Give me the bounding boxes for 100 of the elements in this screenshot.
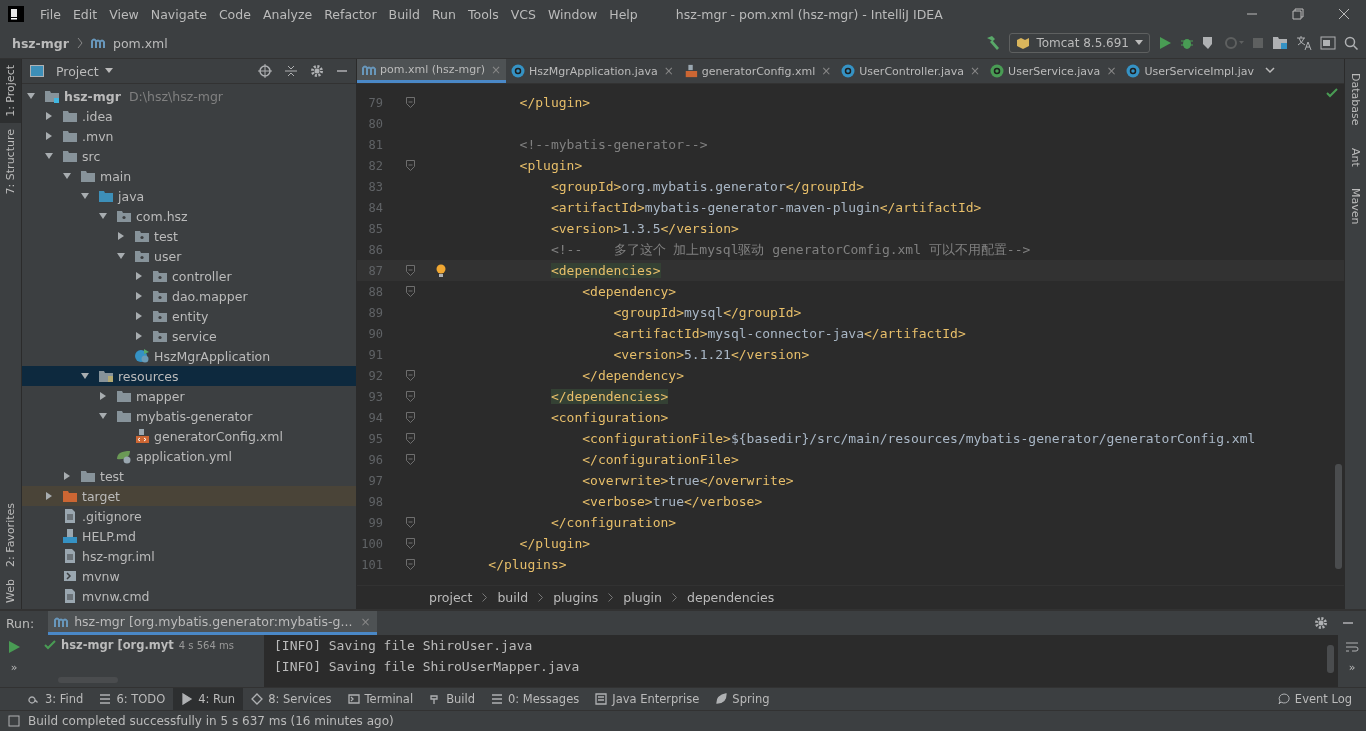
tool-window-tab[interactable]: 4: Run: [173, 688, 244, 710]
collapsed-arrow-icon[interactable]: [44, 491, 54, 501]
collapsed-arrow-icon[interactable]: [62, 471, 72, 481]
menu-item[interactable]: Analyze: [256, 6, 319, 22]
settings-icon[interactable]: [310, 64, 324, 78]
collapsed-arrow-icon[interactable]: [134, 311, 144, 321]
tool-window-button[interactable]: Ant: [1345, 141, 1366, 173]
tree-item[interactable]: test: [22, 466, 356, 486]
tool-window-tab[interactable]: 6: TODO: [91, 688, 174, 710]
expanded-arrow-icon[interactable]: [62, 171, 72, 181]
breadcrumb[interactable]: plugin: [623, 590, 662, 605]
tree-item[interactable]: target: [22, 486, 356, 506]
lightbulb-icon[interactable]: [436, 263, 446, 278]
more-button[interactable]: »: [10, 661, 18, 674]
tool-window-button[interactable]: Maven: [1345, 182, 1366, 231]
run-icon[interactable]: [1158, 36, 1172, 50]
more-button[interactable]: »: [1348, 661, 1356, 674]
file-crumb[interactable]: pom.xml: [112, 35, 168, 51]
project-view-dropdown[interactable]: Project: [56, 63, 113, 79]
menu-item[interactable]: Window: [542, 6, 604, 22]
search-icon[interactable]: [1344, 36, 1358, 50]
menu-item[interactable]: Help: [603, 6, 644, 22]
tree-item[interactable]: generatorConfig.xml: [22, 426, 356, 446]
menu-item[interactable]: Navigate: [144, 6, 213, 22]
tree-item[interactable]: HELP.md: [22, 526, 356, 546]
breadcrumb[interactable]: plugins: [553, 590, 599, 605]
editor-tab[interactable]: UserController.java ×: [836, 59, 986, 83]
menu-item[interactable]: Code: [212, 6, 257, 22]
fold-marker-icon[interactable]: [405, 454, 415, 465]
chevron-down-icon[interactable]: [1264, 67, 1275, 75]
tool-window-button[interactable]: 1: Project: [0, 59, 21, 123]
tree-item[interactable]: entity: [22, 306, 356, 326]
tree-item[interactable]: hsz-mgr D:\hsz\hsz-mgr: [22, 86, 356, 106]
menu-item[interactable]: Refactor: [318, 6, 383, 22]
tool-window-button[interactable]: 7: Structure: [0, 122, 21, 201]
editor-tab[interactable]: UserService.java ×: [985, 59, 1122, 83]
translate-icon[interactable]: [1296, 35, 1312, 51]
fold-marker-icon[interactable]: [405, 412, 415, 423]
expanded-arrow-icon[interactable]: [44, 151, 54, 161]
fold-marker-icon[interactable]: [405, 538, 415, 549]
hammer-icon[interactable]: [985, 35, 1002, 51]
menu-item[interactable]: View: [103, 6, 145, 22]
tool-window-button[interactable]: 2: Favorites: [0, 497, 21, 573]
tree-item[interactable]: main: [22, 166, 356, 186]
fold-marker-icon[interactable]: [405, 391, 415, 402]
terminal-icon[interactable]: [1320, 36, 1336, 50]
collapse-all-icon[interactable]: [284, 64, 298, 78]
tool-window-tab[interactable]: Java Enterprise: [587, 688, 708, 710]
tool-window-tab[interactable]: 3: Find: [20, 688, 92, 710]
expanded-arrow-icon[interactable]: [80, 191, 90, 201]
menu-item[interactable]: VCS: [504, 6, 542, 22]
close-icon[interactable]: [1338, 8, 1350, 20]
tree-item[interactable]: .gitignore: [22, 506, 356, 526]
tree-item[interactable]: .mvn: [22, 126, 356, 146]
tree-item[interactable]: dao.mapper: [22, 286, 356, 306]
menu-item[interactable]: Run: [426, 6, 462, 22]
collapsed-arrow-icon[interactable]: [44, 131, 54, 141]
tree-item[interactable]: test: [22, 226, 356, 246]
expanded-arrow-icon[interactable]: [26, 91, 36, 101]
tree-item[interactable]: mapper: [22, 386, 356, 406]
tool-window-button[interactable]: Database: [1345, 67, 1366, 132]
tree-item[interactable]: service: [22, 326, 356, 346]
breadcrumb[interactable]: build: [497, 590, 529, 605]
tree-item[interactable]: hsz-mgr.iml: [22, 546, 356, 566]
fold-marker-icon[interactable]: [405, 433, 415, 444]
expanded-arrow-icon[interactable]: [98, 211, 108, 221]
restore-icon[interactable]: [1292, 8, 1304, 20]
menu-item[interactable]: Tools: [461, 6, 505, 22]
expanded-arrow-icon[interactable]: [80, 371, 90, 381]
tool-window-tab[interactable]: 0: Messages: [483, 688, 588, 710]
tool-window-tab[interactable]: Spring: [707, 688, 778, 710]
tree-item[interactable]: src: [22, 146, 356, 166]
close-tab-button[interactable]: ×: [970, 64, 981, 78]
tree-item[interactable]: java: [22, 186, 356, 206]
tree-item[interactable]: mvnw: [22, 566, 356, 586]
tree-item[interactable]: application.yml: [22, 446, 356, 466]
status-icon[interactable]: [8, 715, 20, 727]
scrollbar-thumb[interactable]: [1335, 464, 1342, 569]
tree-item[interactable]: resources: [22, 366, 356, 386]
fold-marker-icon[interactable]: [405, 370, 415, 381]
tree-item[interactable]: user: [22, 246, 356, 266]
editor-tab[interactable]: HszMgrApplication.java ×: [506, 59, 679, 83]
fold-marker-icon[interactable]: [405, 265, 415, 276]
tool-window-button[interactable]: Web: [0, 573, 21, 609]
expanded-arrow-icon[interactable]: [98, 411, 108, 421]
breadcrumb[interactable]: dependencies: [687, 590, 775, 605]
debug-icon[interactable]: [1180, 36, 1194, 50]
fold-marker-icon[interactable]: [405, 97, 415, 108]
scrollbar-thumb[interactable]: [1327, 645, 1334, 673]
tree-item[interactable]: mvnw.cmd: [22, 586, 356, 606]
tree-item[interactable]: mybatis-generator: [22, 406, 356, 426]
collapsed-arrow-icon[interactable]: [44, 111, 54, 121]
tree-item[interactable]: .idea: [22, 106, 356, 126]
collapsed-arrow-icon[interactable]: [116, 231, 126, 241]
tool-window-tab[interactable]: 8: Services: [243, 688, 340, 710]
fold-marker-icon[interactable]: [405, 517, 415, 528]
tree-item[interactable]: com.hsz: [22, 206, 356, 226]
fold-marker-icon[interactable]: [405, 286, 415, 297]
expanded-arrow-icon[interactable]: [116, 251, 126, 261]
editor-tab[interactable]: UserServiceImpl.jav: [1121, 59, 1259, 83]
